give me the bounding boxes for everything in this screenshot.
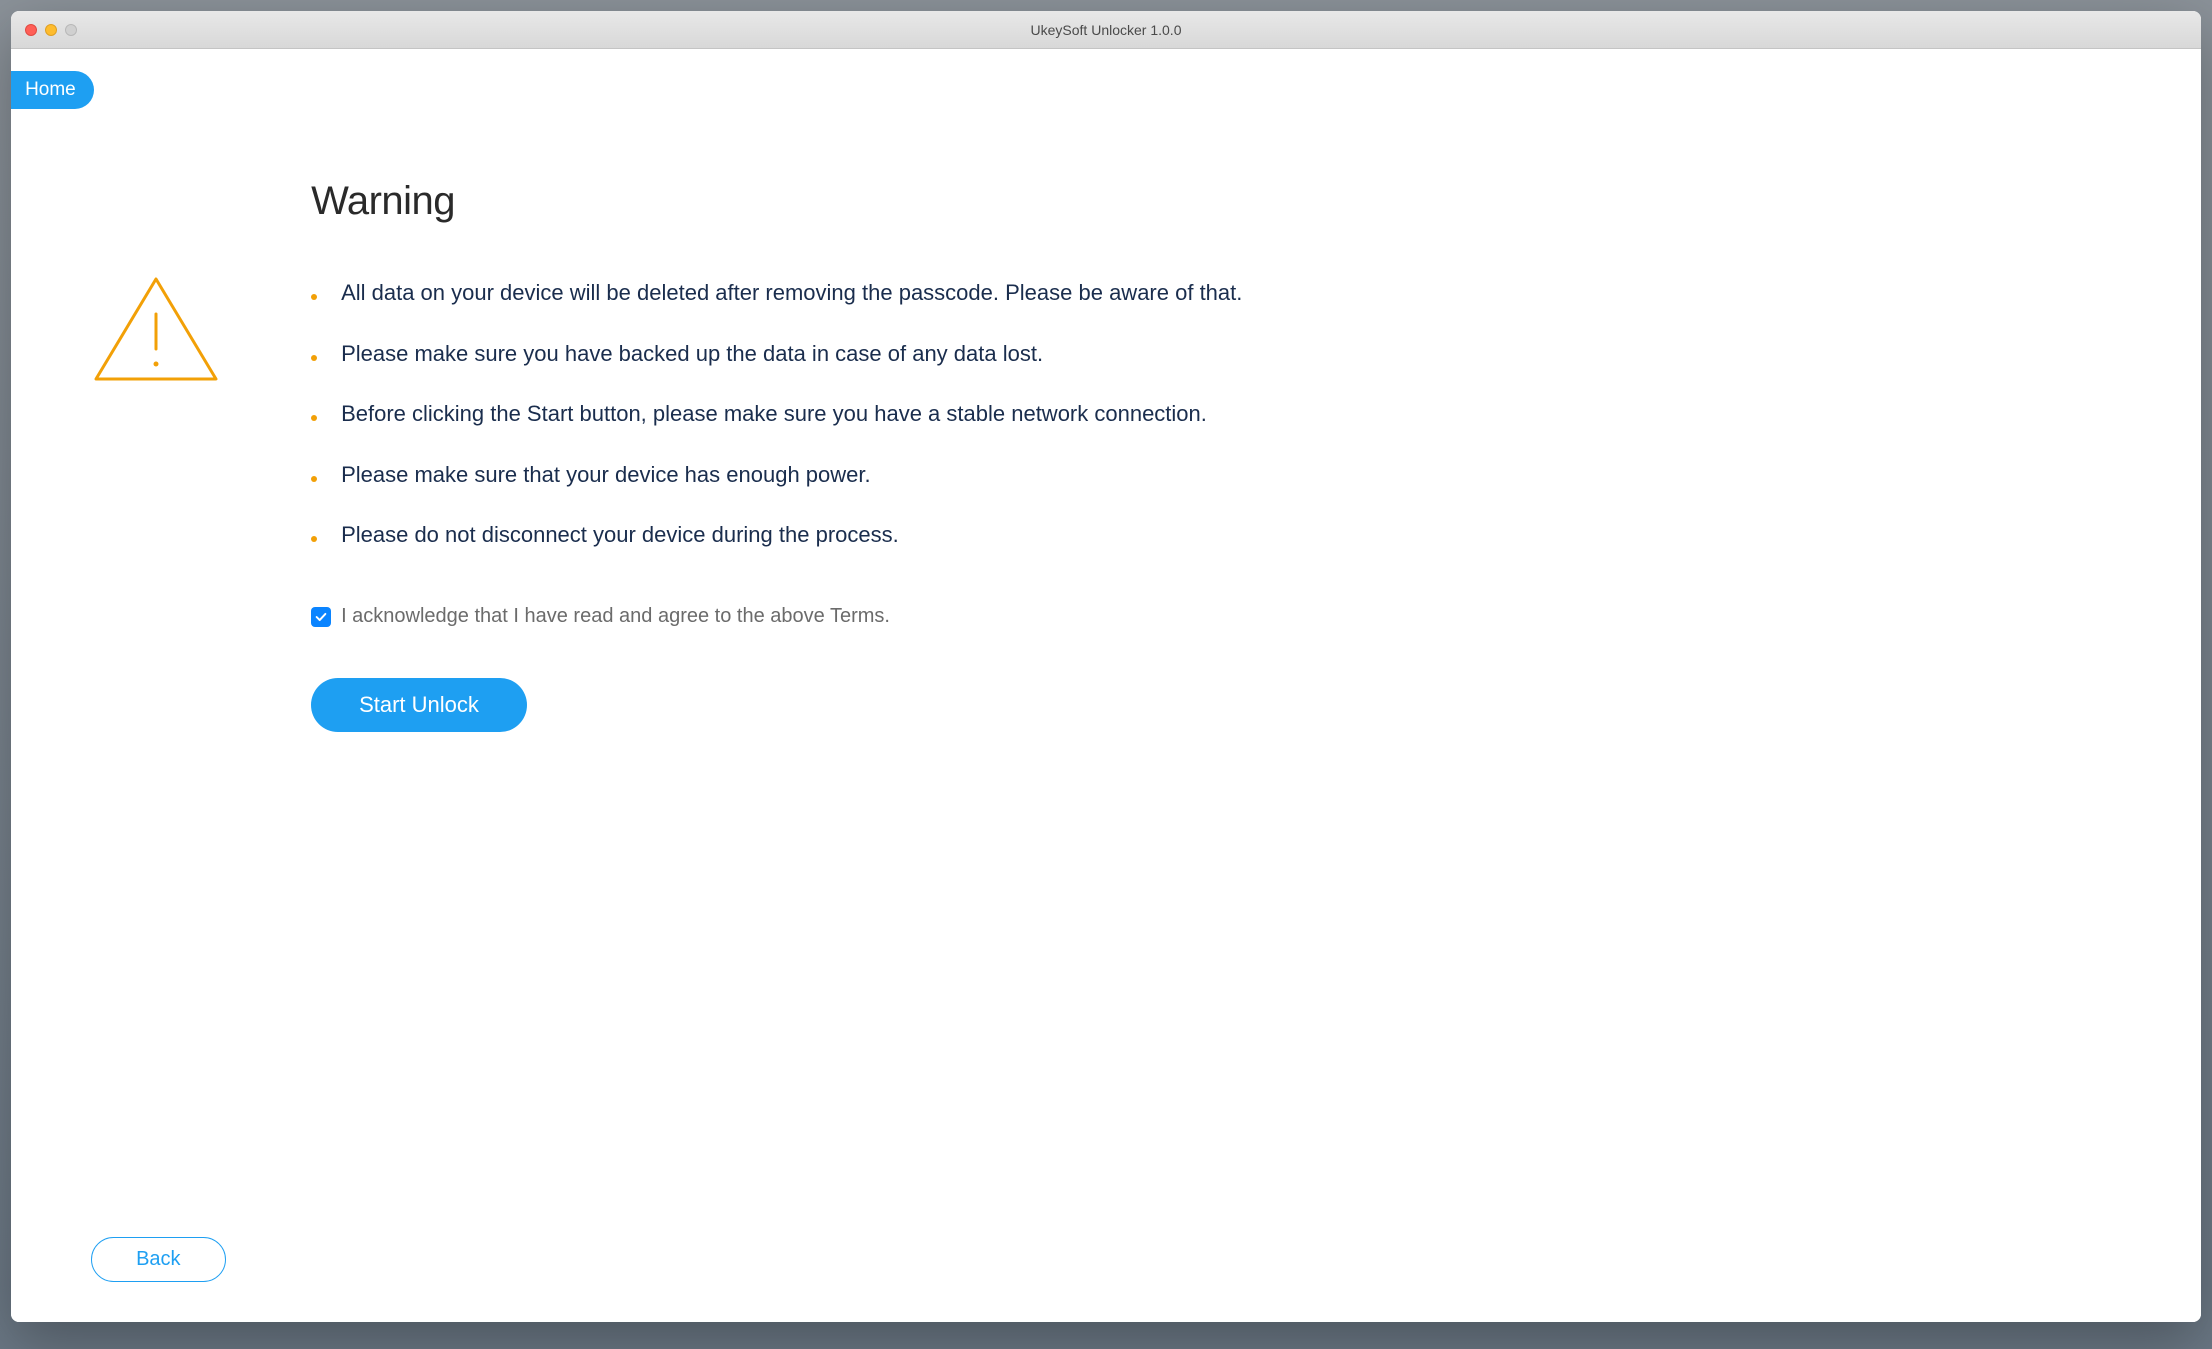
acknowledge-label: I acknowledge that I have read and agree… bbox=[341, 605, 890, 628]
titlebar: UkeySoft Unlocker 1.0.0 bbox=[11, 11, 2201, 49]
list-item: Before clicking the Start button, please… bbox=[311, 400, 2141, 429]
content-area: Home Warning All data on your device wil… bbox=[11, 49, 2201, 1322]
app-window: UkeySoft Unlocker 1.0.0 Home Warning All… bbox=[11, 11, 2201, 1322]
bullet-icon bbox=[311, 355, 317, 361]
acknowledge-row: I acknowledge that I have read and agree… bbox=[311, 605, 2141, 628]
home-tab[interactable]: Home bbox=[11, 71, 94, 109]
bullet-icon bbox=[311, 415, 317, 421]
close-window-button[interactable] bbox=[25, 24, 37, 36]
list-item: Please do not disconnect your device dur… bbox=[311, 521, 2141, 550]
list-item-text: Before clicking the Start button, please… bbox=[341, 400, 1207, 429]
warning-list: All data on your device will be deleted … bbox=[311, 279, 2141, 550]
list-item: Please make sure that your device has en… bbox=[311, 461, 2141, 490]
list-item-text: Please make sure you have backed up the … bbox=[341, 340, 1043, 369]
start-unlock-button[interactable]: Start Unlock bbox=[311, 678, 527, 732]
traffic-lights bbox=[11, 24, 77, 36]
bullet-icon bbox=[311, 294, 317, 300]
back-button[interactable]: Back bbox=[91, 1237, 225, 1282]
window-title: UkeySoft Unlocker 1.0.0 bbox=[1031, 22, 1182, 38]
list-item: Please make sure you have backed up the … bbox=[311, 340, 2141, 369]
acknowledge-checkbox[interactable] bbox=[311, 607, 331, 627]
warning-icon bbox=[91, 274, 221, 394]
checkmark-icon bbox=[314, 610, 328, 624]
bullet-icon bbox=[311, 476, 317, 482]
page-title: Warning bbox=[311, 179, 2141, 224]
main-content: Warning All data on your device will be … bbox=[311, 179, 2141, 732]
minimize-window-button[interactable] bbox=[45, 24, 57, 36]
list-item: All data on your device will be deleted … bbox=[311, 279, 2141, 308]
list-item-text: Please do not disconnect your device dur… bbox=[341, 521, 899, 550]
list-item-text: All data on your device will be deleted … bbox=[341, 279, 1242, 308]
list-item-text: Please make sure that your device has en… bbox=[341, 461, 871, 490]
maximize-window-button[interactable] bbox=[65, 24, 77, 36]
bullet-icon bbox=[311, 536, 317, 542]
